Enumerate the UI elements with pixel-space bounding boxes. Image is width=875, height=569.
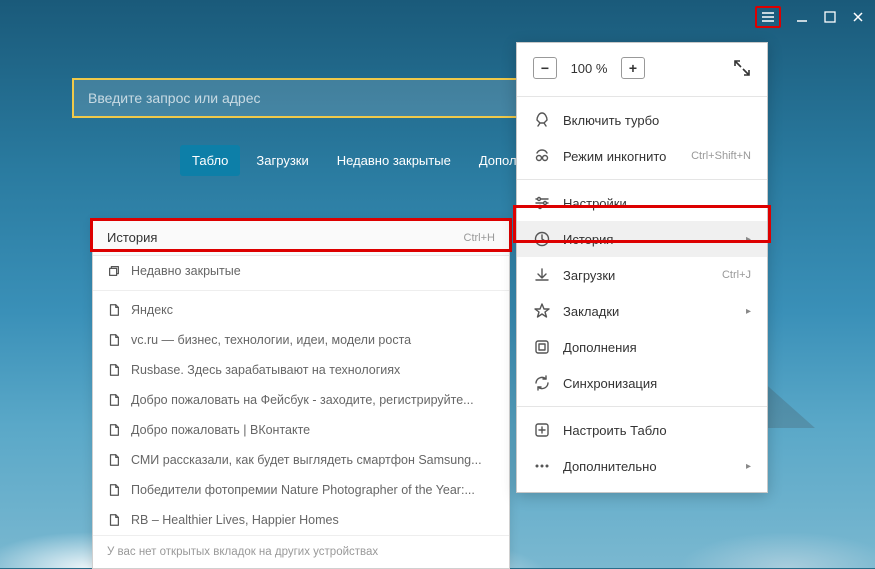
page-icon xyxy=(107,303,121,317)
history-item-label: СМИ рассказали, как будет выглядеть смар… xyxy=(131,453,482,467)
history-item-label: Недавно закрытые xyxy=(131,264,241,278)
page-icon xyxy=(107,483,121,497)
menu-item-extensions[interactable]: Дополнения xyxy=(517,329,767,365)
menu-item-label: Режим инкогнито xyxy=(563,149,679,164)
menu-item-download[interactable]: Загрузки Ctrl+J xyxy=(517,257,767,293)
tab-downloads[interactable]: Загрузки xyxy=(244,145,320,176)
history-item-label: Победители фотопремии Nature Photographe… xyxy=(131,483,475,497)
hamburger-menu-icon[interactable] xyxy=(761,10,775,24)
page-icon xyxy=(107,513,121,527)
menu-item-configure[interactable]: Настроить Табло xyxy=(517,412,767,448)
zoom-out-button[interactable]: − xyxy=(533,57,557,79)
chevron-right-icon: ▸ xyxy=(746,461,751,472)
history-item[interactable]: Победители фотопремии Nature Photographe… xyxy=(93,475,509,505)
history-item[interactable]: Добро пожаловать на Фейсбук - заходите, … xyxy=(93,385,509,415)
menu-item-label: Дополнительно xyxy=(563,459,734,474)
zoom-value: 100 % xyxy=(567,61,611,76)
nav-tabs: Табло Загрузки Недавно закрытые Дополнен… xyxy=(180,145,564,176)
menu-item-settings[interactable]: Настройки xyxy=(517,185,767,221)
history-shortcut: Ctrl+H xyxy=(464,232,495,244)
fullscreen-icon[interactable] xyxy=(733,59,751,77)
page-icon xyxy=(107,363,121,377)
history-item[interactable]: Rusbase. Здесь зарабатывают на технологи… xyxy=(93,355,509,385)
history-icon xyxy=(533,230,551,248)
menu-item-sync[interactable]: Синхронизация xyxy=(517,365,767,401)
history-item[interactable]: vc.ru — бизнес, технологии, идеи, модели… xyxy=(93,325,509,355)
history-dropdown-footer: У вас нет открытых вкладок на других уст… xyxy=(93,535,509,568)
history-item[interactable]: Недавно закрытые xyxy=(93,256,509,286)
history-item-label: Добро пожаловать | ВКонтакте xyxy=(131,423,310,437)
page-icon xyxy=(107,453,121,467)
star-icon xyxy=(533,302,551,320)
menu-item-history[interactable]: История ▸ xyxy=(517,221,767,257)
history-dropdown-title: История xyxy=(107,230,157,245)
history-item-label: vc.ru — бизнес, технологии, идеи, модели… xyxy=(131,333,411,347)
page-icon xyxy=(107,393,121,407)
extensions-icon xyxy=(533,338,551,356)
zoom-controls: − 100 % + xyxy=(517,51,767,91)
menu-item-label: Синхронизация xyxy=(563,376,751,391)
page-icon xyxy=(107,333,121,347)
chevron-right-icon: ▸ xyxy=(746,234,751,245)
history-item[interactable]: СМИ рассказали, как будет выглядеть смар… xyxy=(93,445,509,475)
configure-icon xyxy=(533,421,551,439)
history-item[interactable]: Яндекс xyxy=(93,295,509,325)
chevron-right-icon: ▸ xyxy=(746,306,751,317)
close-icon[interactable] xyxy=(851,10,865,24)
sync-icon xyxy=(533,374,551,392)
restore-icon xyxy=(107,264,121,278)
settings-icon xyxy=(533,194,551,212)
page-icon xyxy=(107,423,121,437)
menu-item-label: История xyxy=(563,232,734,247)
menu-item-rocket[interactable]: Включить турбо xyxy=(517,102,767,138)
menu-item-label: Включить турбо xyxy=(563,113,751,128)
history-item-label: Яндекс xyxy=(131,303,173,317)
menu-item-label: Загрузки xyxy=(563,268,710,283)
menu-item-label: Закладки xyxy=(563,304,734,319)
main-menu: − 100 % + Включить турбо Режим инкогнито C… xyxy=(516,42,768,493)
history-dropdown: История Ctrl+H Недавно закрытые Яндекс vc.… xyxy=(92,219,510,569)
hamburger-menu-highlight xyxy=(755,6,781,28)
menu-item-more[interactable]: Дополнительно ▸ xyxy=(517,448,767,484)
menu-shortcut: Ctrl+J xyxy=(722,269,751,281)
tab-tableau[interactable]: Табло xyxy=(180,145,240,176)
history-dropdown-header[interactable]: История Ctrl+H xyxy=(93,220,509,256)
maximize-icon[interactable] xyxy=(823,10,837,24)
tab-recently-closed[interactable]: Недавно закрытые xyxy=(325,145,463,176)
menu-shortcut: Ctrl+Shift+N xyxy=(691,150,751,162)
history-item-label: Добро пожаловать на Фейсбук - заходите, … xyxy=(131,393,474,407)
window-controls xyxy=(755,6,865,28)
menu-item-label: Настройки xyxy=(563,196,751,211)
history-item[interactable]: RB – Healthier Lives, Happier Homes xyxy=(93,505,509,535)
more-icon xyxy=(533,457,551,475)
minimize-icon[interactable] xyxy=(795,10,809,24)
menu-item-star[interactable]: Закладки ▸ xyxy=(517,293,767,329)
history-item[interactable]: Добро пожаловать | ВКонтакте xyxy=(93,415,509,445)
menu-item-label: Настроить Табло xyxy=(563,423,751,438)
zoom-in-button[interactable]: + xyxy=(621,57,645,79)
history-item-label: RB – Healthier Lives, Happier Homes xyxy=(131,513,339,527)
download-icon xyxy=(533,266,551,284)
menu-item-label: Дополнения xyxy=(563,340,751,355)
menu-item-incognito[interactable]: Режим инкогнито Ctrl+Shift+N xyxy=(517,138,767,174)
history-item-label: Rusbase. Здесь зарабатывают на технологи… xyxy=(131,363,400,377)
incognito-icon xyxy=(533,147,551,165)
rocket-icon xyxy=(533,111,551,129)
